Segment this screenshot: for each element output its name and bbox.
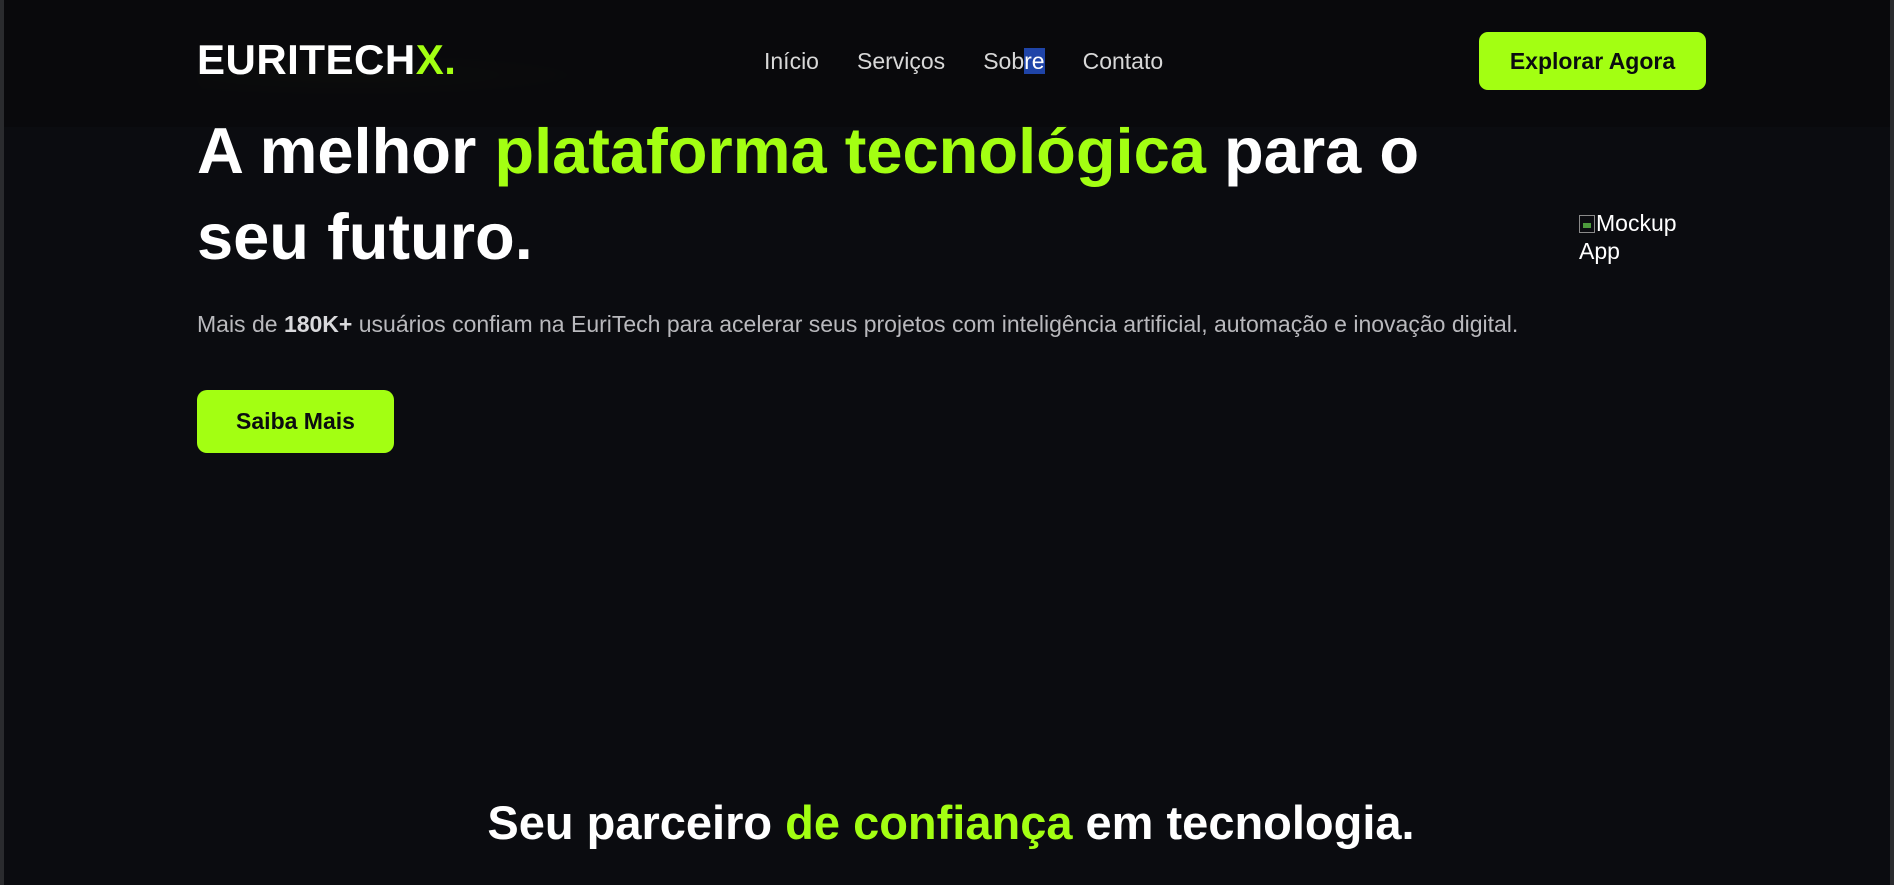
mockup-image: Mockup App <box>1579 209 1719 265</box>
section-title-end: em tecnologia. <box>1072 796 1415 849</box>
nav-link-inicio[interactable]: Início <box>764 47 819 75</box>
section-title: Seu parceiro de confiança em tecnologia. <box>4 793 1890 853</box>
text-selection-highlight: re <box>1024 48 1045 74</box>
logo-text: EURITECH <box>197 36 416 83</box>
nav-link-sobre-text: Sob <box>983 48 1025 74</box>
nav-link-sobre[interactable]: Sobre <box>983 47 1045 75</box>
nav-link-contato[interactable]: Contato <box>1083 47 1164 75</box>
broken-image-icon <box>1579 215 1595 233</box>
explore-now-button[interactable]: Explorar Agora <box>1479 32 1706 90</box>
learn-more-button[interactable]: Saiba Mais <box>197 390 394 453</box>
site-header: EURITECHX. Início Serviços Sobre Contato… <box>4 0 1890 127</box>
section-title-start: Seu parceiro <box>487 796 786 849</box>
brand-logo[interactable]: EURITECHX. <box>197 38 456 82</box>
main-nav: Início Serviços Sobre Contato <box>764 47 1163 75</box>
nav-link-servicos[interactable]: Serviços <box>857 47 945 75</box>
page: EURITECHX. Início Serviços Sobre Contato… <box>0 0 1894 885</box>
hero-description-start: Mais de <box>197 311 284 337</box>
user-count: 180K+ <box>283 311 353 337</box>
hero-title: A melhor plataforma tecnológica para o s… <box>197 108 1517 280</box>
hero-description: Mais de 180K+ usuários confiam na EuriTe… <box>197 306 1527 342</box>
hero-description-end: usuários confiam na EuriTech para aceler… <box>352 311 1519 337</box>
section-title-highlight: de confiança <box>785 796 1073 849</box>
logo-accent: X. <box>415 36 457 83</box>
